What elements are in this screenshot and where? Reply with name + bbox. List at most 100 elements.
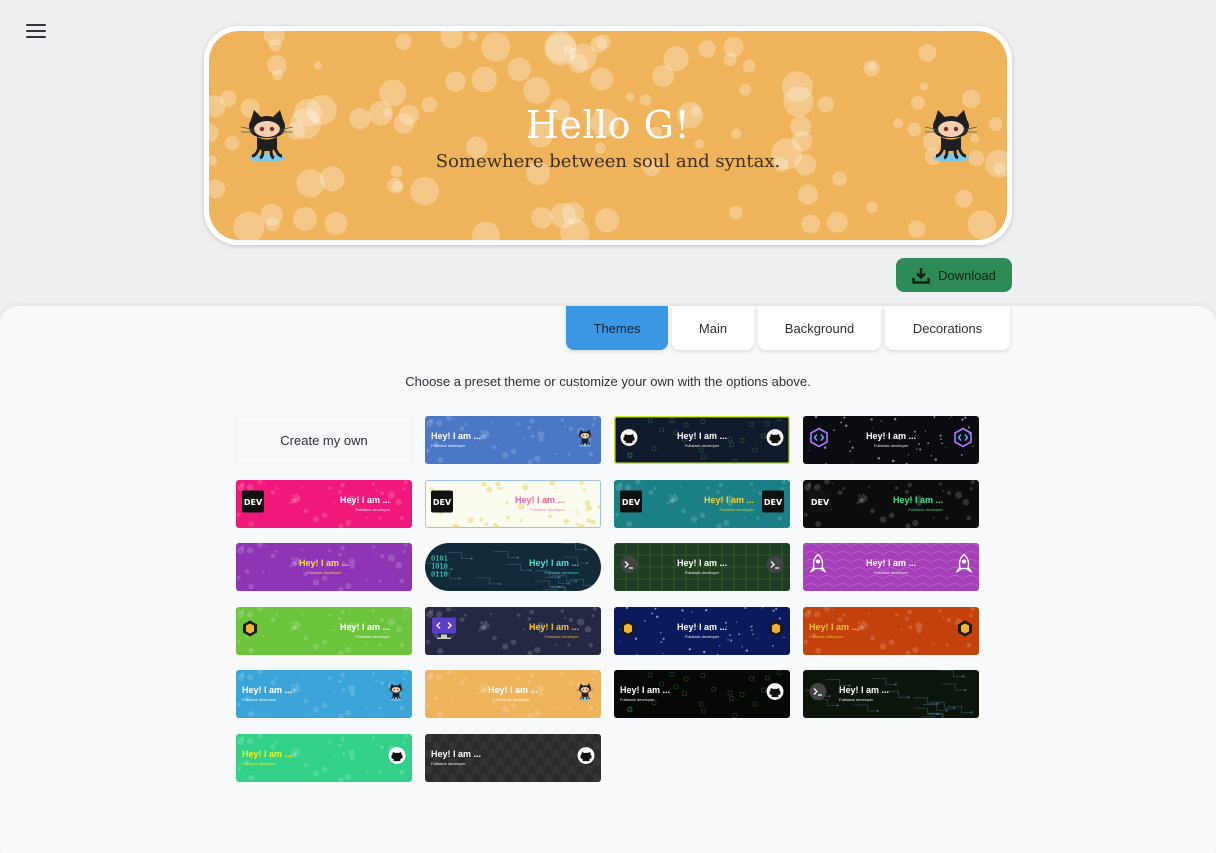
github-icon	[766, 683, 784, 706]
theme-card[interactable]: Hey! I am ... Fullstack developer	[425, 670, 601, 719]
github-icon	[766, 429, 784, 452]
dev-logo-icon: DEV	[762, 490, 784, 517]
download-icon	[912, 267, 930, 284]
theme-card[interactable]: Hey! I am ... Fullstack developer	[803, 606, 979, 655]
theme-title: Hey! I am ...	[514, 494, 565, 505]
svg-text:DEV: DEV	[244, 498, 263, 507]
rocket-icon	[955, 553, 973, 581]
theme-subtitle: Fullstack developer	[908, 506, 943, 512]
theme-title: Hey! I am ...	[865, 431, 917, 441]
svg-text:DEV: DEV	[622, 498, 641, 507]
tab-themes[interactable]: Themes	[566, 306, 668, 350]
theme-card[interactable]: Hey! I am ... Fullstack developer	[236, 670, 412, 719]
tab-decorations[interactable]: Decorations	[885, 306, 1010, 350]
tab-background[interactable]: Background	[758, 306, 881, 350]
theme-title: Hey! I am ...	[809, 621, 860, 632]
theme-card[interactable]: Hey! I am ... Fullstack developer	[614, 543, 790, 592]
theme-card[interactable]: Hey! I am ... Fullstack developer	[236, 606, 412, 655]
hamburger-menu-icon[interactable]	[24, 20, 48, 42]
theme-subtitle: Fullstack developer	[873, 570, 909, 576]
theme-title: Hey! I am ...	[528, 621, 579, 632]
theme-card[interactable]: Hey! I am ... Fullstack developer	[614, 670, 790, 719]
theme-card[interactable]: Hey! I am ... Fullstack developer	[425, 416, 601, 464]
theme-title: Hey! I am ...	[892, 494, 943, 505]
theme-hint: Choose a preset theme or customize your …	[405, 374, 811, 389]
theme-title: Hey! I am ...	[865, 558, 917, 569]
cube-icon	[768, 619, 784, 642]
theme-subtitle: Fullstack developer	[873, 443, 909, 448]
theme-card[interactable]: Hey! I am ... Fullstack developer	[803, 416, 979, 464]
theme-card[interactable]: Hey! I am ... Fullstack developer	[803, 543, 979, 592]
theme-grid: Create my own Hey! I am ... Fullstack deve…	[236, 416, 979, 782]
theme-card[interactable]: Hey! I am ... Fullstack developer DEV	[236, 479, 412, 528]
download-button[interactable]: Download	[896, 258, 1012, 292]
svg-text:DEV: DEV	[433, 498, 452, 507]
theme-title: Hey! I am ...	[528, 558, 579, 569]
theme-subtitle: Fullstack developer	[306, 570, 342, 576]
banner-preview: Hello G! Somewhere between soul and synt…	[204, 26, 1012, 245]
theme-subtitle: Fullstack developer	[544, 570, 579, 576]
theme-subtitle: Fullstack developer	[431, 443, 466, 448]
terminal-icon	[809, 683, 827, 706]
theme-card[interactable]: Hey! I am ... Fullstack developer DEV	[425, 479, 601, 528]
theme-title: Hey! I am ...	[298, 558, 350, 569]
theme-subtitle: Fullstack developer	[719, 506, 754, 512]
theme-title: Hey! I am ...	[703, 494, 754, 505]
monitor-code-icon	[431, 616, 457, 645]
theme-card[interactable]: Hey! I am ... Fullstack developer	[803, 670, 979, 719]
github-icon	[388, 746, 406, 769]
theme-card[interactable]: Hey! I am ... Fullstack developer	[425, 606, 601, 655]
cube-icon	[957, 619, 973, 642]
download-label: Download	[938, 267, 996, 283]
theme-card[interactable]: Hey! I am ... Fullstack developer	[236, 733, 412, 782]
theme-card[interactable]: Hey! I am ... Fullstack developer	[236, 543, 412, 592]
theme-title: Hey! I am ...	[620, 685, 671, 696]
theme-subtitle: Fullstack developer	[684, 570, 720, 576]
create-my-own-button[interactable]: Create my own	[236, 416, 412, 464]
rocket-icon	[809, 553, 827, 581]
theme-card[interactable]: Hey! I am ... Fullstack developer	[614, 416, 790, 464]
theme-title: Hey! I am ...	[339, 621, 390, 632]
theme-subtitle: Fullstack developer	[684, 443, 720, 448]
theme-subtitle: Fullstack developer	[809, 633, 844, 639]
octocat-icon	[575, 682, 595, 706]
theme-card[interactable]: Hey! I am ... Fullstack developer	[425, 733, 601, 782]
cube-icon	[620, 619, 636, 642]
svg-text:0110: 0110	[431, 571, 448, 578]
theme-subtitle: Fullstack developer	[355, 506, 390, 512]
theme-subtitle: Fullstack developer	[495, 697, 531, 703]
binary-icon: 0101 1010 0110	[431, 552, 453, 583]
theme-subtitle: Fullstack developer	[620, 697, 655, 703]
svg-text:1010: 1010	[431, 563, 448, 571]
theme-subtitle: Fullstack developer	[242, 697, 277, 703]
theme-title: Hey! I am ...	[242, 685, 293, 696]
theme-subtitle: Fullstack developer	[431, 760, 466, 766]
terminal-icon	[620, 556, 638, 579]
theme-title: Hey! I am ...	[242, 748, 293, 759]
octocat-icon	[575, 428, 595, 452]
dev-logo-icon: DEV	[809, 490, 831, 517]
theme-subtitle: Fullstack developer	[544, 633, 579, 639]
theme-title: Hey! I am ...	[431, 431, 482, 441]
svg-text:DEV: DEV	[764, 498, 783, 507]
theme-subtitle: Fullstack developer	[684, 633, 720, 639]
dev-logo-icon: DEV	[620, 490, 642, 517]
theme-card[interactable]: Hey! I am ... Fullstack developer 0101 1010…	[425, 543, 601, 592]
theme-title: Hey! I am ...	[839, 685, 890, 696]
theme-subtitle: Fullstack developer	[530, 506, 565, 512]
github-icon	[620, 429, 638, 452]
theme-card[interactable]: Hey! I am ... Fullstack developer DEV	[803, 479, 979, 528]
theme-title: Hey! I am ...	[431, 748, 482, 759]
theme-title: Hey! I am ...	[676, 558, 728, 569]
theme-card[interactable]: Hey! I am ... Fullstack developer DEV DEV	[614, 479, 790, 528]
theme-subtitle: Fullstack developer	[242, 760, 277, 766]
terminal-icon	[766, 556, 784, 579]
theme-pattern	[805, 670, 973, 719]
code-hexagon-icon	[953, 427, 973, 453]
tab-main[interactable]: Main	[672, 306, 754, 350]
code-hexagon-icon	[809, 427, 829, 453]
create-my-own-label: Create my own	[280, 432, 368, 448]
theme-subtitle: Fullstack developer	[355, 633, 390, 639]
theme-card[interactable]: Hey! I am ... Fullstack developer	[614, 606, 790, 655]
theme-title: Hey! I am ...	[487, 685, 539, 696]
